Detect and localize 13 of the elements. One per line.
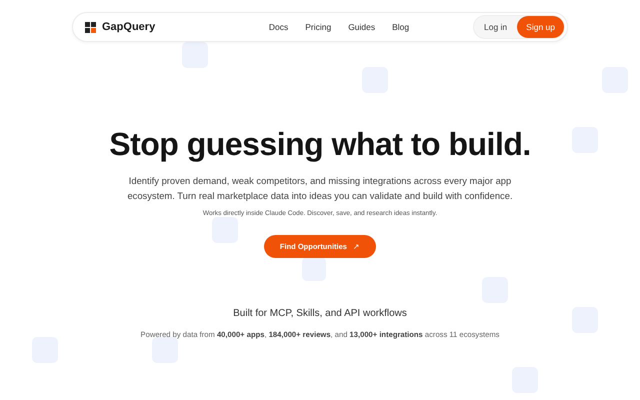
login-button[interactable]: Log in — [474, 17, 518, 37]
nav-link[interactable]: Docs — [268, 22, 288, 32]
hero-subtitle: Identify proven demand, weak competitors, and missing integrations across every major app ecosystem. Turn real marketplace data into ideas you can validate and build with confidence. — [126, 174, 514, 203]
nav-link[interactable]: Pricing — [305, 22, 332, 32]
hero-title: Stop guessing what to build. — [109, 126, 531, 163]
background-tile — [302, 257, 326, 281]
signup-button[interactable]: Sign up — [517, 16, 564, 38]
background-tile — [182, 42, 208, 68]
brand-name[interactable]: GapQuery — [102, 21, 156, 33]
nav-link[interactable]: Blog — [392, 22, 410, 32]
logo-icon — [85, 22, 96, 32]
workflows-heading: Built for MCP, Skills, and API workflows — [233, 308, 407, 319]
nav-link[interactable]: Guides — [348, 22, 376, 32]
